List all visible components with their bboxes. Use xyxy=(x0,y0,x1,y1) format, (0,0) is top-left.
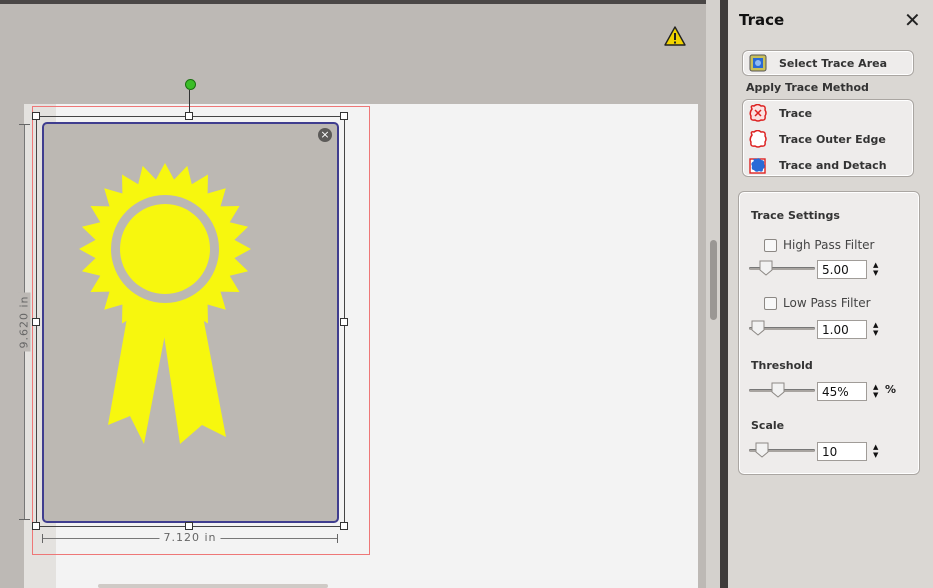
high-pass-filter-checkbox[interactable]: High Pass Filter xyxy=(764,238,874,252)
width-dimension: 7.120 in xyxy=(42,531,338,545)
resize-handle-bottom[interactable] xyxy=(185,522,193,530)
resize-handle-bottom-right[interactable] xyxy=(340,522,348,530)
apply-trace-method-label: Apply Trace Method xyxy=(746,81,869,94)
rosette-center xyxy=(120,204,210,294)
trace-settings-title: Trace Settings xyxy=(751,209,840,222)
threshold-label: Threshold xyxy=(751,359,813,372)
select-trace-area-icon xyxy=(749,54,767,72)
trace-outer-edge-button[interactable]: Trace Outer Edge xyxy=(745,127,886,151)
width-dimension-label: 7.120 in xyxy=(159,531,221,544)
threshold-value[interactable]: 45% xyxy=(817,382,867,401)
trace-button[interactable]: Trace xyxy=(745,101,812,125)
threshold-slider[interactable] xyxy=(749,382,815,398)
remove-image-icon[interactable]: × xyxy=(318,128,332,142)
low-pass-filter-slider[interactable] xyxy=(749,320,815,336)
low-pass-filter-checkbox[interactable]: Low Pass Filter xyxy=(764,296,871,310)
high-pass-filter-value[interactable]: 5.00 xyxy=(817,260,867,279)
award-ribbon-image xyxy=(79,163,251,444)
resize-handle-right[interactable] xyxy=(340,318,348,326)
select-trace-area-button[interactable]: Select Trace Area xyxy=(745,51,887,75)
height-dimension-label: 9.620 in xyxy=(17,292,31,352)
scale-value[interactable]: 10 xyxy=(817,442,867,461)
select-trace-area-label: Select Trace Area xyxy=(779,56,887,70)
high-pass-filter-slider[interactable] xyxy=(749,260,815,276)
scale-stepper[interactable]: ▲ ▼ xyxy=(873,443,881,461)
select-trace-area-group: Select Trace Area xyxy=(742,50,914,76)
slider-thumb-icon[interactable] xyxy=(750,320,766,336)
threshold-unit: % xyxy=(885,383,897,396)
slider-thumb-icon[interactable] xyxy=(770,382,786,398)
trace-and-detach-label: Trace and Detach xyxy=(779,158,887,172)
trace-outer-edge-label: Trace Outer Edge xyxy=(779,132,886,146)
close-icon[interactable]: ✕ xyxy=(904,8,921,32)
slider-thumb-icon[interactable] xyxy=(754,442,770,458)
trace-settings-group: Trace Settings High Pass Filter 5.00 ▲ ▼ … xyxy=(738,191,920,475)
trace-outer-edge-icon xyxy=(749,130,767,148)
high-pass-filter-check[interactable] xyxy=(764,238,777,252)
low-pass-filter-check[interactable] xyxy=(764,296,777,310)
resize-handle-left[interactable] xyxy=(32,318,40,326)
horizontal-scrollbar[interactable] xyxy=(98,584,328,588)
warning-icon[interactable] xyxy=(664,26,686,46)
threshold-stepper[interactable]: ▲ ▼ xyxy=(873,383,881,401)
scale-slider[interactable] xyxy=(749,442,815,458)
slider-thumb-icon[interactable] xyxy=(758,260,774,276)
rotate-handle[interactable] xyxy=(185,79,196,90)
rotate-stem xyxy=(189,90,190,112)
panel-title: Trace xyxy=(739,11,785,29)
low-pass-filter-value[interactable]: 1.00 xyxy=(817,320,867,339)
design-canvas[interactable]: × 7.120 in 9.620 in xyxy=(0,0,706,588)
scale-label: Scale xyxy=(751,419,785,432)
trace-method-group: Trace Trace Outer Edge Trace and Detach xyxy=(742,99,914,177)
trace-and-detach-icon xyxy=(749,158,766,174)
low-pass-filter-stepper[interactable]: ▲ ▼ xyxy=(873,321,881,339)
trace-and-detach-button[interactable]: Trace and Detach xyxy=(745,153,887,177)
resize-handle-top[interactable] xyxy=(185,112,193,120)
vertical-scrollbar-thumb[interactable] xyxy=(710,240,717,320)
resize-handle-bottom-left[interactable] xyxy=(32,522,40,530)
high-pass-filter-stepper[interactable]: ▲ ▼ xyxy=(873,261,881,279)
resize-handle-top-right[interactable] xyxy=(340,112,348,120)
vertical-scrollbar[interactable] xyxy=(706,0,720,588)
trace-panel: Trace ✕ Select Trace Area Apply Trace Me… xyxy=(728,0,933,588)
high-pass-filter-label: High Pass Filter xyxy=(783,238,875,252)
canvas-top-border xyxy=(0,0,706,4)
trace-icon xyxy=(749,104,767,122)
height-dimension: 9.620 in xyxy=(16,124,32,520)
trace-label: Trace xyxy=(779,106,813,120)
panel-divider[interactable] xyxy=(720,0,728,588)
low-pass-filter-label: Low Pass Filter xyxy=(783,296,871,310)
resize-handle-top-left[interactable] xyxy=(32,112,40,120)
